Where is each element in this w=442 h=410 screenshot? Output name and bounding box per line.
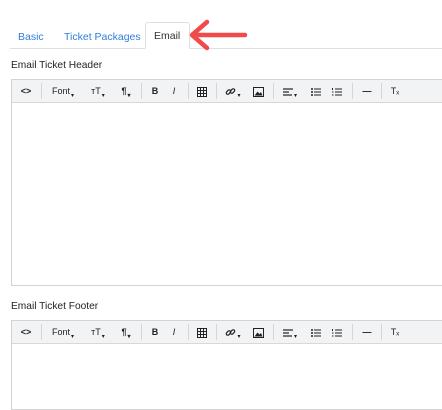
chevron-down-icon: ▾	[101, 93, 105, 99]
chevron-down-icon: ▾	[237, 93, 241, 99]
header-content-area[interactable]	[12, 102, 442, 285]
chevron-down-icon: ▾	[127, 334, 131, 340]
table-button[interactable]	[193, 80, 211, 102]
email-footer-editor: <> Font▾ ᴛT▾ ¶▾ B I ▾ ▾ — Tₓ	[11, 320, 442, 410]
toolbar-separator	[41, 83, 42, 99]
align-left-icon	[282, 329, 293, 337]
chevron-down-icon: ▾	[293, 93, 297, 99]
chevron-down-icon: ▾	[71, 334, 75, 340]
annotation-arrow-icon	[189, 19, 248, 51]
chevron-down-icon: ▾	[293, 334, 297, 340]
clear-format-button[interactable]: Tₓ	[385, 321, 405, 343]
text-size-button[interactable]: ᴛT▾	[85, 80, 111, 102]
text-size-icon: ᴛT	[91, 327, 101, 337]
horizontal-rule-button[interactable]: —	[357, 80, 377, 102]
code-view-button[interactable]: <>	[15, 80, 37, 102]
italic-button[interactable]: I	[165, 321, 183, 343]
toolbar-separator	[141, 83, 142, 99]
bullet-list-icon	[311, 87, 321, 96]
font-dropdown[interactable]: Font▾	[46, 321, 80, 343]
font-label: Font	[51, 327, 70, 337]
bullet-list-icon	[311, 328, 321, 337]
horizontal-rule-button[interactable]: —	[357, 321, 377, 343]
unordered-list-button[interactable]	[306, 321, 326, 343]
editor-toolbar: <> Font▾ ᴛT▾ ¶▾ B I ▾ ▾ — Tₓ	[12, 80, 442, 103]
toolbar-separator	[216, 83, 217, 99]
toolbar-separator	[352, 324, 353, 340]
font-label: Font	[51, 86, 70, 96]
toolbar-separator	[188, 324, 189, 340]
clear-format-button[interactable]: Tₓ	[385, 80, 405, 102]
paragraph-icon: ¶	[121, 86, 127, 96]
image-icon	[252, 86, 264, 97]
toolbar-separator	[381, 324, 382, 340]
chevron-down-icon: ▾	[237, 334, 241, 340]
code-view-button[interactable]: <>	[15, 321, 37, 343]
tab-basic[interactable]: Basic	[18, 26, 44, 48]
toolbar-separator	[352, 83, 353, 99]
align-button[interactable]: ▾	[278, 321, 302, 343]
table-button[interactable]	[193, 321, 211, 343]
unordered-list-button[interactable]	[306, 80, 326, 102]
table-icon	[197, 327, 207, 338]
align-button[interactable]: ▾	[278, 80, 302, 102]
image-button[interactable]	[248, 321, 268, 343]
email-ticket-footer-label: Email Ticket Footer	[11, 301, 99, 312]
link-button[interactable]: ▾	[221, 321, 245, 343]
text-size-icon: ᴛT	[91, 86, 101, 96]
image-button[interactable]	[248, 80, 268, 102]
bold-button[interactable]: B	[146, 321, 164, 343]
footer-content-area[interactable]	[12, 343, 442, 409]
font-dropdown[interactable]: Font▾	[46, 80, 80, 102]
chevron-down-icon: ▾	[71, 93, 75, 99]
bold-button[interactable]: B	[146, 80, 164, 102]
table-icon	[197, 86, 207, 97]
numbered-list-icon	[332, 87, 342, 96]
toolbar-separator	[188, 83, 189, 99]
paragraph-icon: ¶	[121, 327, 127, 337]
paragraph-button[interactable]: ¶▾	[115, 321, 137, 343]
ordered-list-button[interactable]	[327, 80, 347, 102]
email-header-editor: <> Font▾ ᴛT▾ ¶▾ B I ▾ ▾ — Tₓ	[11, 79, 442, 286]
numbered-list-icon	[332, 328, 342, 337]
toolbar-separator	[273, 324, 274, 340]
link-icon	[226, 88, 236, 95]
ordered-list-button[interactable]	[327, 321, 347, 343]
toolbar-separator	[141, 324, 142, 340]
image-icon	[252, 327, 264, 338]
text-size-button[interactable]: ᴛT▾	[85, 321, 111, 343]
tab-ticket-packages[interactable]: Ticket Packages	[64, 26, 141, 48]
paragraph-button[interactable]: ¶▾	[115, 80, 137, 102]
email-ticket-header-label: Email Ticket Header	[11, 60, 103, 71]
align-left-icon	[282, 88, 293, 96]
toolbar-separator	[273, 83, 274, 99]
link-icon	[226, 329, 236, 336]
toolbar-separator	[381, 83, 382, 99]
toolbar-separator	[216, 324, 217, 340]
chevron-down-icon: ▾	[127, 93, 131, 99]
editor-toolbar: <> Font▾ ᴛT▾ ¶▾ B I ▾ ▾ — Tₓ	[12, 321, 442, 344]
italic-button[interactable]: I	[165, 80, 183, 102]
tab-email[interactable]: Email	[145, 22, 190, 49]
toolbar-separator	[41, 324, 42, 340]
link-button[interactable]: ▾	[221, 80, 245, 102]
chevron-down-icon: ▾	[101, 334, 105, 340]
